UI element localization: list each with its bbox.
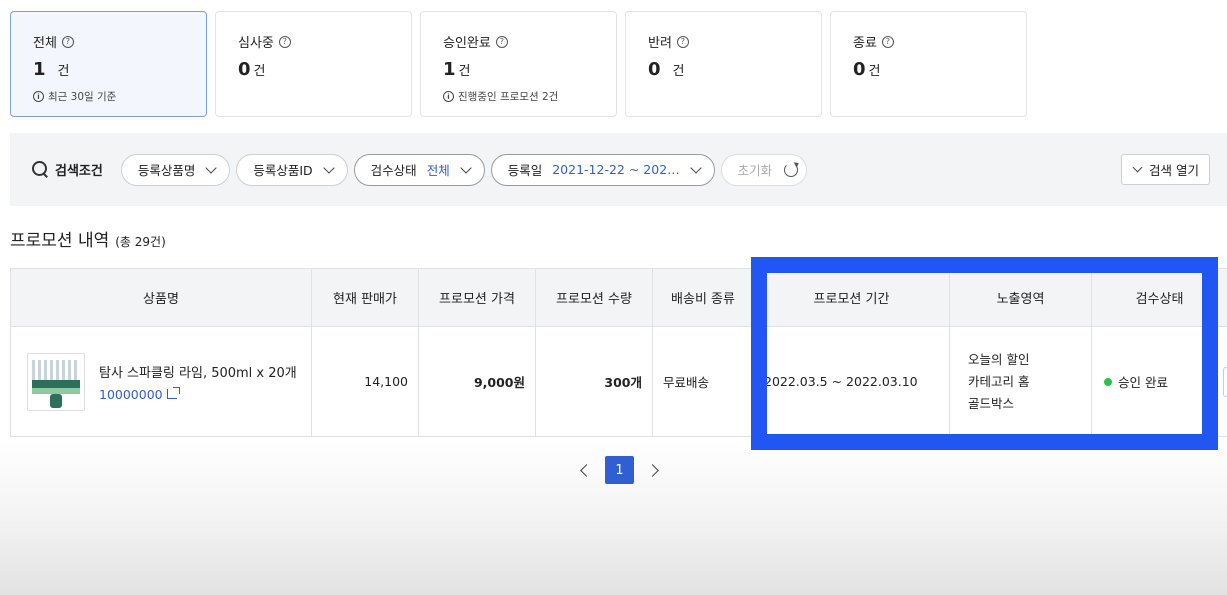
chevron-down-icon (205, 161, 218, 174)
table-header-row: 상품명 현재 판매가 프로모션 가격 프로모션 수량 배송비 종류 프로모션 기… (10, 268, 1227, 327)
status-text: 승인 완료 (1118, 375, 1168, 390)
card-title: 종료 (853, 36, 877, 51)
status-cards: 전체? 1건 i 최근 30일 기준 심사중? 0건 승인완료? 1건 i 진행중인… (10, 11, 1027, 117)
chevron-down-icon (460, 161, 472, 174)
header-promo-price: 프로모션 가격 (418, 268, 536, 327)
promotion-table: 상품명 현재 판매가 프로모션 가격 프로모션 수량 배송비 종류 프로모션 기… (10, 268, 1227, 437)
product-name: 탐사 스파클링 라임, 500ml x 20개 (99, 365, 297, 381)
card-reviewing[interactable]: 심사중? 0건 (215, 11, 412, 117)
filter-label: 검수상태 (370, 163, 417, 178)
card-all[interactable]: 전체? 1건 i 최근 30일 기준 (10, 11, 207, 117)
filter-label: 등록상품명 (137, 163, 196, 178)
promo-qty: 300개 (535, 326, 653, 437)
card-title: 전체 (33, 36, 57, 51)
chevron-down-icon (1132, 162, 1143, 173)
help-icon[interactable]: ? (495, 35, 508, 48)
filter-review-status[interactable]: 검수상태 전체 (353, 153, 485, 186)
card-count: 1 (443, 59, 456, 80)
chevron-down-icon (323, 161, 335, 174)
card-count: 0 (648, 59, 661, 80)
card-count: 0 (238, 59, 251, 80)
status-badge: 승인 완료 (1092, 372, 1227, 391)
card-unit: 건 (868, 64, 881, 79)
current-price: 14,100 (311, 326, 419, 437)
filter-product-name[interactable]: 등록상품명 (120, 153, 231, 186)
reset-button[interactable]: 초기화 (720, 153, 808, 186)
section-count: (총 29건) (115, 235, 166, 249)
chevron-down-icon (689, 161, 702, 174)
card-note: 최근 30일 기준 (48, 91, 117, 103)
promo-period: 2022.03.5 ~ 2022.03.10 (753, 326, 950, 437)
shipping-type: 무료배송 (652, 326, 754, 437)
filter-value: 전체 (426, 163, 450, 178)
header-promo-qty: 프로모션 수량 (535, 268, 653, 327)
search-icon (32, 161, 49, 178)
card-rejected[interactable]: 반려? 0건 (625, 11, 822, 117)
card-unit: 건 (253, 64, 266, 79)
info-icon: i (443, 91, 454, 102)
header-current-price: 현재 판매가 (311, 268, 419, 327)
card-count: 1 (33, 59, 46, 80)
card-title: 반려 (648, 36, 672, 51)
info-icon: i (33, 91, 44, 102)
card-title: 심사중 (238, 36, 274, 51)
filter-label: 등록일 (507, 163, 543, 178)
help-icon[interactable]: ? (676, 35, 689, 48)
section-heading: 프로모션 내역 (10, 231, 110, 251)
help-icon[interactable]: ? (61, 35, 74, 48)
open-search-button[interactable]: 검색 열기 (1121, 154, 1210, 185)
card-note: 진행중인 프로모션 2건 (458, 91, 559, 103)
card-count: 0 (853, 59, 866, 80)
exposure-area: 골드박스 (968, 395, 1015, 411)
pagination: 1 (580, 456, 659, 484)
card-ended[interactable]: 종료? 0건 (830, 11, 1027, 117)
product-thumbnail (27, 352, 85, 411)
search-panel: 검색조건 등록상품명 등록상품ID 검수상태 전체 등록일 2021-12-22… (10, 133, 1227, 206)
section-title: 프로모션 내역 (총 29건) (10, 226, 166, 251)
open-search-label: 검색 열기 (1149, 163, 1199, 178)
refresh-icon (784, 162, 799, 177)
card-unit: 건 (458, 64, 471, 79)
external-link-icon (166, 387, 180, 399)
exposure-area: 카테고리 홈 (968, 373, 1030, 389)
table-row[interactable]: 탐사 스파클링 라임, 500ml x 20개 10000000 14,100 … (10, 326, 1227, 437)
card-unit: 건 (57, 64, 70, 79)
header-exposure-area: 노출영역 (949, 268, 1092, 327)
product-id-link[interactable]: 10000000 (99, 387, 297, 402)
chevron-right-icon[interactable] (646, 463, 659, 477)
reset-label: 초기화 (737, 163, 773, 178)
filter-label: 등록상품ID (253, 163, 313, 178)
search-label: 검색조건 (55, 164, 103, 179)
header-period: 프로모션 기간 (753, 268, 950, 327)
help-icon[interactable]: ? (881, 35, 894, 48)
row-action-button[interactable] (1223, 367, 1227, 397)
status-dot-icon (1104, 377, 1112, 386)
card-unit: 건 (672, 64, 685, 79)
header-shipping: 배송비 종류 (652, 268, 754, 327)
filter-register-date[interactable]: 등록일 2021-12-22 ~ 202… (490, 153, 715, 186)
page-button[interactable]: 1 (605, 456, 634, 484)
chevron-left-icon[interactable] (580, 463, 593, 477)
header-product-name: 상품명 (10, 268, 312, 327)
filter-product-id[interactable]: 등록상품ID (236, 153, 348, 186)
exposure-area: 오늘의 할인 (968, 351, 1030, 367)
filter-value: 2021-12-22 ~ 202… (552, 162, 680, 177)
exposure-areas: 오늘의 할인 카테고리 홈 골드박스 (950, 349, 1091, 415)
card-title: 승인완료 (443, 36, 491, 51)
product-id: 10000000 (99, 386, 163, 402)
promo-price: 9,000원 (418, 326, 536, 437)
header-review-status: 검수상태 (1091, 268, 1227, 327)
help-icon[interactable]: ? (278, 35, 291, 48)
card-approved[interactable]: 승인완료? 1건 i 진행중인 프로모션 2건 (420, 11, 617, 117)
